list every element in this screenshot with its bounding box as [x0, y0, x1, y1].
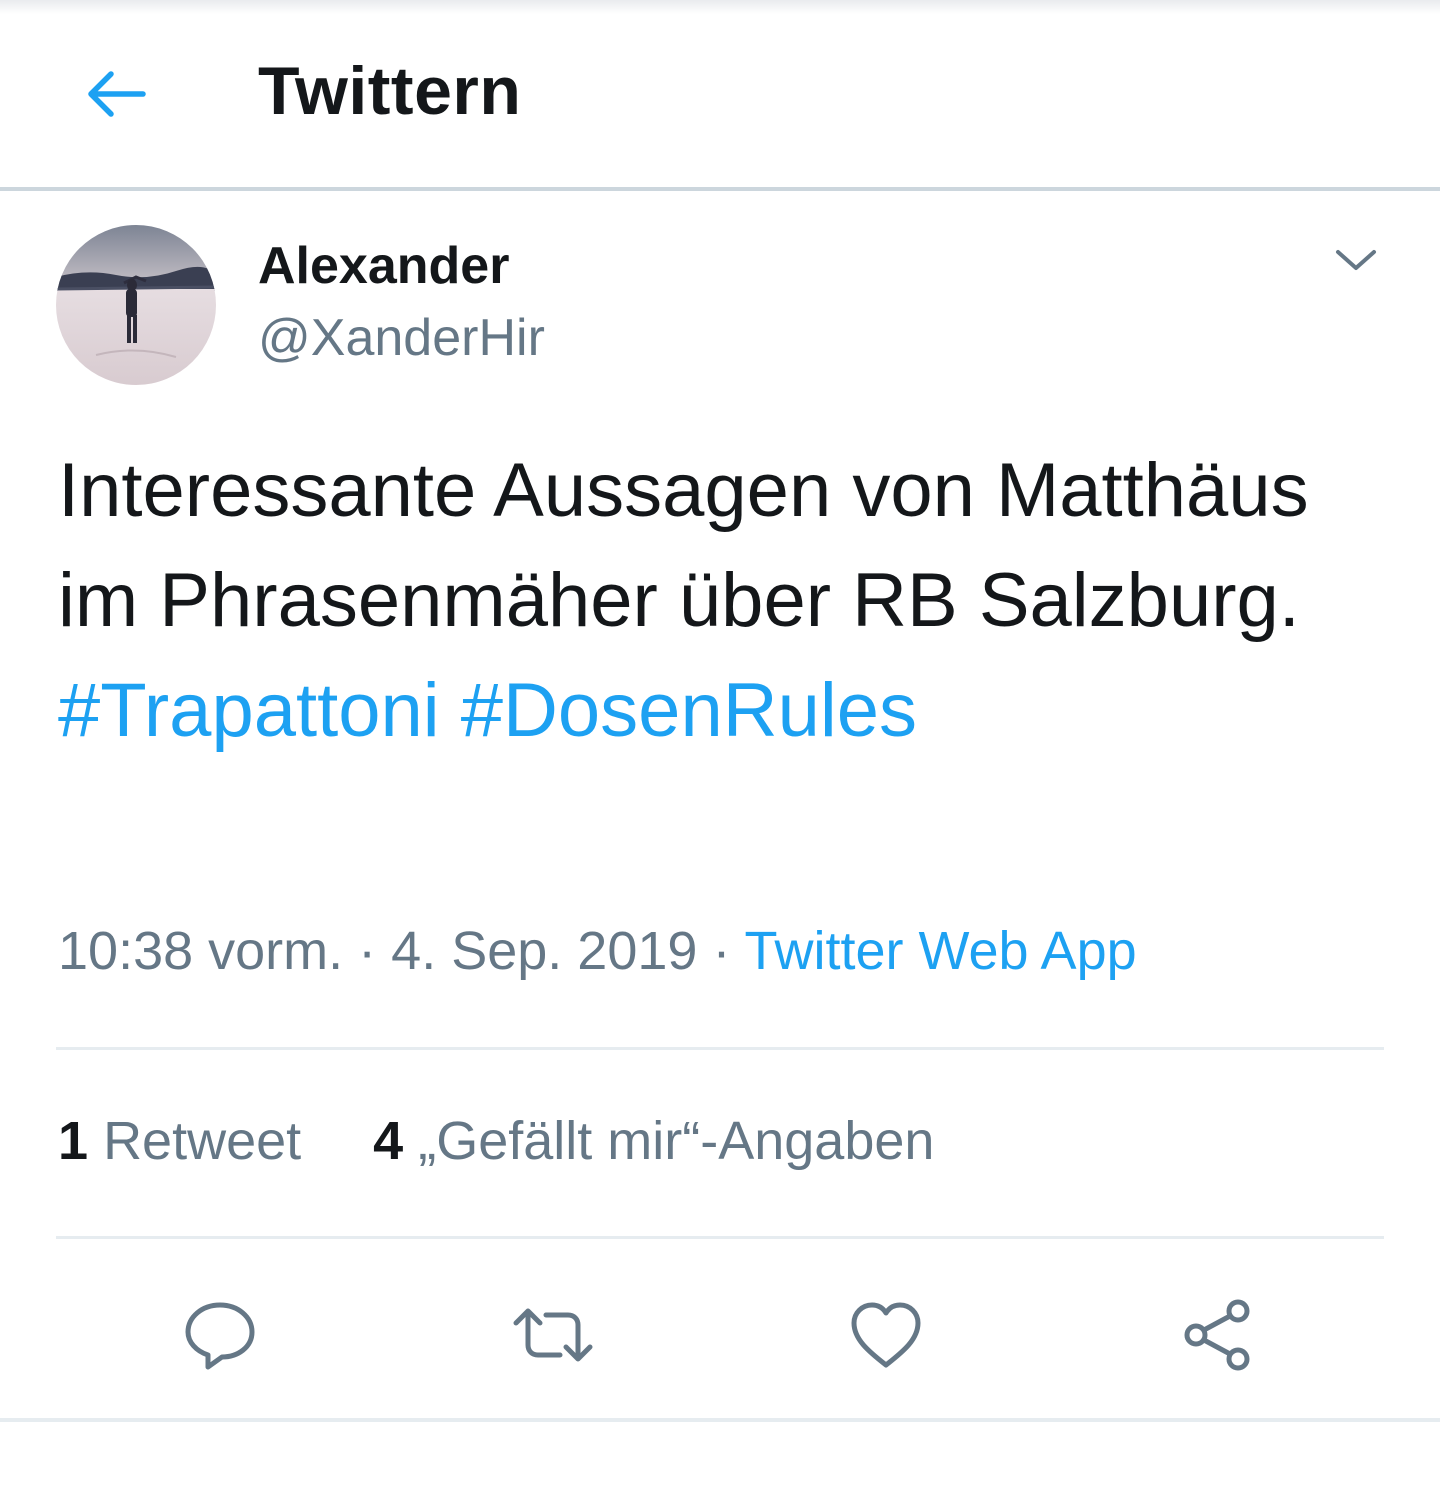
divider	[56, 1236, 1384, 1239]
status-shadow	[0, 0, 1440, 14]
meta-separator: ·	[712, 921, 731, 981]
back-button[interactable]	[70, 54, 160, 134]
arrow-left-icon	[88, 71, 146, 117]
tweet-meta: 10:38 vorm. · 4. Sep. 2019 · Twitter Web…	[58, 920, 1137, 982]
hashtag-link[interactable]: #DosenRules	[461, 668, 917, 753]
retweets-stat[interactable]: 1 Retweet	[58, 1111, 301, 1171]
tweet-body: Interessante Aussagen von Matthäus im Ph…	[58, 448, 1309, 643]
page-title: Twittern	[258, 53, 522, 129]
reply-icon	[185, 1302, 255, 1370]
reply-button[interactable]	[170, 1285, 270, 1385]
tweet-text: Interessante Aussagen von Matthäus im Ph…	[58, 436, 1388, 766]
author-name[interactable]: Alexander	[258, 236, 509, 296]
header-divider	[0, 187, 1440, 191]
tweet-menu-button[interactable]	[1326, 230, 1386, 290]
share-button[interactable]	[1168, 1285, 1268, 1385]
tweet-date: 4. Sep. 2019	[391, 921, 698, 981]
bottom-divider	[0, 1418, 1440, 1422]
heart-icon	[851, 1302, 921, 1368]
hashtag-link[interactable]: #Trapattoni	[58, 668, 440, 753]
tweet-time: 10:38 vorm.	[58, 921, 344, 981]
share-icon	[1184, 1299, 1250, 1371]
retweets-count: 1	[58, 1111, 89, 1171]
header-bar: Twittern	[0, 14, 1440, 188]
author-handle[interactable]: @XanderHir	[258, 308, 545, 368]
meta-separator: ·	[358, 921, 377, 981]
likes-label: „Gefällt mir“-Angaben	[418, 1111, 935, 1171]
chevron-down-icon	[1336, 250, 1376, 270]
tweet-source-link[interactable]: Twitter Web App	[744, 921, 1136, 981]
likes-count: 4	[373, 1111, 404, 1171]
retweets-label: Retweet	[103, 1111, 302, 1171]
divider	[56, 1047, 1384, 1050]
retweet-icon	[513, 1308, 593, 1362]
like-button[interactable]	[836, 1285, 936, 1385]
avatar[interactable]	[56, 225, 216, 385]
action-bar	[0, 1285, 1440, 1385]
avatar-photo	[56, 225, 216, 385]
tweet-stats: 1 Retweet 4 „Gefällt mir“-Angaben	[58, 1110, 934, 1172]
likes-stat[interactable]: 4 „Gefällt mir“-Angaben	[373, 1111, 934, 1171]
retweet-button[interactable]	[503, 1285, 603, 1385]
